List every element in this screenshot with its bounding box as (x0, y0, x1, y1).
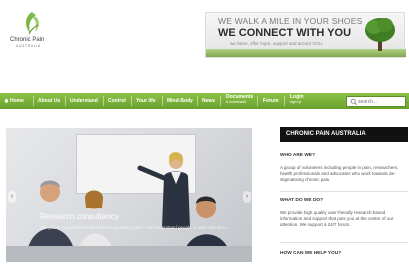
sidebar-heading-help[interactable]: HOW CAN WE HELP YOU? (280, 251, 341, 256)
nav-divider (197, 96, 198, 106)
tree-icon (365, 18, 395, 51)
slider-prev-button[interactable]: ‹ (8, 191, 16, 203)
sidebar-text-who: A group of volunteers including people i… (280, 165, 399, 182)
banner-subline: we listen, offer hope, support and accep… (230, 41, 324, 46)
nav-understand[interactable]: Understand (70, 93, 98, 109)
nav-divider (33, 96, 34, 106)
nav-your-life[interactable]: Your life (136, 93, 156, 109)
nav-divider (131, 96, 132, 106)
banner-headline: WE CONNECT WITH YOU (218, 27, 352, 39)
slider-next-button[interactable]: › (243, 191, 251, 203)
nav-forum[interactable]: Forum (263, 93, 279, 109)
nav-divider (162, 96, 163, 106)
nav-divider (103, 96, 104, 106)
nav-divider (284, 96, 285, 106)
nav-home[interactable]: Home (4, 93, 24, 109)
search-icon (350, 98, 358, 106)
nav-documents[interactable]: Documents & downloads (226, 93, 253, 109)
nav-divider (65, 96, 66, 106)
slide-text: Are you an organisation interested in pe… (40, 225, 231, 230)
banner-tagline: WE WALK A MILE IN YOUR SHOES (218, 16, 363, 26)
slide-title[interactable]: Research consultancy (40, 212, 119, 221)
nav-login-sublabel: sign up (290, 100, 302, 104)
search-input[interactable] (358, 97, 404, 106)
search-box[interactable] (346, 96, 406, 107)
hero-slider[interactable] (6, 128, 252, 262)
sidebar-divider (280, 191, 408, 192)
header-banner: WE WALK A MILE IN YOUR SHOES WE CONNECT … (205, 12, 406, 58)
meeting-photo (6, 152, 252, 262)
sidebar-title: CHRONIC PAIN AUSTRALIA (280, 127, 408, 142)
nav-control[interactable]: Control (108, 93, 126, 109)
nav-mind-body[interactable]: Mind-Body (167, 93, 193, 109)
nav-about-us[interactable]: About Us (38, 93, 60, 109)
nav-divider (220, 96, 221, 106)
sidebar-text-what: We provide high quality user-friendly re… (280, 210, 394, 227)
nav-documents-sublabel: & downloads (226, 100, 247, 104)
site-logo[interactable]: Chronic Pain AUSTRALIA (10, 10, 60, 52)
logo-name: Chronic Pain (10, 37, 45, 43)
nav-home-label: Home (10, 98, 24, 104)
logo-leaf-icon (26, 12, 40, 35)
sidebar-heading-who[interactable]: WHO ARE WE? (280, 153, 315, 158)
nav-divider (257, 96, 258, 106)
site-header: Chronic Pain AUSTRALIA WE WALK A MILE IN… (0, 0, 409, 84)
home-icon (4, 98, 9, 103)
sidebar-divider (280, 242, 408, 243)
nav-news[interactable]: News (202, 93, 215, 109)
nav-login[interactable]: Login sign up (290, 93, 304, 109)
logo-subtitle: AUSTRALIA (16, 44, 41, 48)
sidebar-heading-what[interactable]: WHAT DO WE DO? (280, 198, 323, 203)
